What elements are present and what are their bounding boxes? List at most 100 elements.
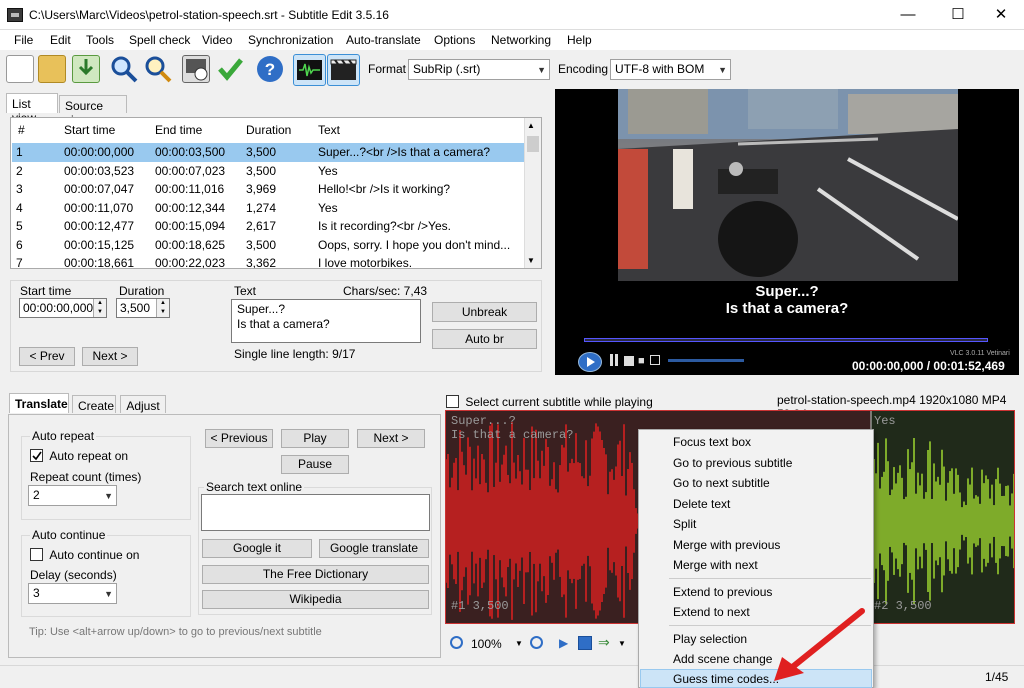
- checkbox-checked-icon[interactable]: [30, 449, 43, 462]
- maximize-button[interactable]: ☐: [935, 0, 981, 30]
- menu-item-merge-previous[interactable]: Merge with previous: [673, 538, 780, 552]
- next-button[interactable]: Next >: [82, 347, 138, 366]
- play-button[interactable]: Play: [281, 429, 349, 448]
- scroll-up-icon[interactable]: ▲: [527, 121, 535, 130]
- menu-auto-translate[interactable]: Auto-translate: [346, 33, 421, 47]
- table-row[interactable]: 3 00:00:07,047 00:00:11,016 3,969 Hello!…: [12, 180, 524, 199]
- menu-item-split[interactable]: Split: [673, 517, 696, 531]
- checkbox-unchecked-icon[interactable]: [446, 395, 459, 408]
- previous-button[interactable]: < Previous: [205, 429, 273, 448]
- google-translate-button[interactable]: Google translate: [319, 539, 429, 558]
- menu-help[interactable]: Help: [567, 33, 592, 47]
- row-start: 00:00:11,070: [64, 201, 134, 215]
- table-row[interactable]: 1 00:00:00,000 00:00:03,500 3,500 Super.…: [12, 143, 524, 162]
- duration-field[interactable]: 3,500 ▲ ▼: [116, 298, 170, 318]
- zoom-value[interactable]: 100%: [471, 637, 502, 651]
- menu-item-extend-next[interactable]: Extend to next: [673, 605, 750, 619]
- select-current-checkbox[interactable]: Select current subtitle while playing: [446, 393, 653, 409]
- play-small-icon[interactable]: ▶: [559, 636, 568, 650]
- repeat-count-select[interactable]: 2 ▼: [28, 485, 117, 506]
- auto-br-button[interactable]: Auto br: [432, 329, 537, 349]
- tab-create[interactable]: Create: [72, 395, 116, 413]
- pause-button[interactable]: Pause: [281, 455, 349, 474]
- visual-sync-icon[interactable]: [182, 55, 210, 83]
- waveform-toggle-icon[interactable]: [293, 54, 326, 86]
- video-toggle-icon[interactable]: [327, 54, 360, 86]
- column-header-duration[interactable]: Duration: [246, 123, 291, 137]
- menu-item-previous-subtitle[interactable]: Go to previous subtitle: [673, 456, 792, 470]
- list-scrollbar[interactable]: ▲ ▼: [524, 118, 541, 268]
- chevron-down-icon[interactable]: ▼: [515, 639, 523, 648]
- menu-item-delete-text[interactable]: Delete text: [673, 497, 730, 511]
- tab-translate[interactable]: Translate: [9, 393, 69, 413]
- menu-file[interactable]: File: [14, 33, 33, 47]
- column-header-number[interactable]: #: [18, 123, 25, 137]
- start-time-field[interactable]: 00:00:00,000 ▲ ▼: [19, 298, 107, 318]
- table-row[interactable]: 7 00:00:18,661 00:00:22,023 3,362 I love…: [12, 254, 524, 268]
- tab-adjust[interactable]: Adjust: [120, 395, 166, 413]
- free-dictionary-button[interactable]: The Free Dictionary: [202, 565, 429, 584]
- fullscreen-icon[interactable]: [650, 355, 660, 365]
- tab-list-view[interactable]: List view: [6, 93, 58, 125]
- wikipedia-button[interactable]: Wikipedia: [202, 590, 429, 609]
- next-sub-button[interactable]: Next >: [357, 429, 425, 448]
- new-file-icon[interactable]: [6, 55, 34, 83]
- prev-button[interactable]: < Prev: [19, 347, 75, 366]
- play-icon[interactable]: [578, 352, 602, 372]
- menu-item-focus-text-box[interactable]: Focus text box: [673, 435, 751, 449]
- subtitle-list[interactable]: # Start time End time Duration Text 1 00…: [10, 117, 542, 269]
- auto-continue-checkbox[interactable]: Auto continue on: [30, 546, 139, 562]
- volume-slider[interactable]: [668, 359, 744, 362]
- arrow-right-icon[interactable]: ⇒: [598, 634, 610, 651]
- google-it-button[interactable]: Google it: [202, 539, 312, 558]
- menu-item-next-subtitle[interactable]: Go to next subtitle: [673, 476, 770, 490]
- scroll-down-icon[interactable]: ▼: [527, 256, 535, 265]
- menu-tools[interactable]: Tools: [86, 33, 114, 47]
- zoom-out-icon[interactable]: [450, 636, 463, 649]
- menu-item-add-scene-change[interactable]: Add scene change: [673, 652, 772, 666]
- table-row[interactable]: 5 00:00:12,477 00:00:15,094 2,617 Is it …: [12, 217, 524, 236]
- open-folder-icon[interactable]: [38, 55, 66, 83]
- table-row[interactable]: 2 00:00:03,523 00:00:07,023 3,500 Yes: [12, 162, 524, 181]
- column-header-end[interactable]: End time: [155, 123, 202, 137]
- delay-select[interactable]: 3 ▼: [28, 583, 117, 604]
- replace-icon[interactable]: [144, 55, 172, 83]
- checkbox-unchecked-icon[interactable]: [30, 548, 43, 561]
- save-download-icon[interactable]: [72, 55, 100, 83]
- pause-icon[interactable]: [610, 354, 618, 366]
- table-row[interactable]: 4 00:00:11,070 00:00:12,344 1,274 Yes: [12, 199, 524, 218]
- video-seek-bar[interactable]: [584, 338, 988, 342]
- tab-source-view[interactable]: Source view: [59, 95, 127, 127]
- encoding-select[interactable]: UTF-8 with BOM ▼: [610, 59, 731, 80]
- table-row[interactable]: 6 00:00:15,125 00:00:18,625 3,500 Oops, …: [12, 236, 524, 255]
- spin-arrows-icon[interactable]: ▲ ▼: [93, 299, 106, 317]
- minimize-button[interactable]: —: [885, 0, 931, 30]
- stop-icon[interactable]: [624, 356, 634, 366]
- unbreak-button[interactable]: Unbreak: [432, 302, 537, 322]
- menu-synchronization[interactable]: Synchronization: [248, 33, 333, 47]
- zoom-in-icon[interactable]: [530, 636, 543, 649]
- menu-video[interactable]: Video: [202, 33, 232, 47]
- spin-arrows-icon[interactable]: ▲ ▼: [156, 299, 169, 317]
- menu-item-extend-previous[interactable]: Extend to previous: [673, 585, 772, 599]
- column-header-start[interactable]: Start time: [64, 123, 115, 137]
- help-icon[interactable]: ?: [256, 55, 284, 83]
- find-icon[interactable]: [110, 55, 138, 83]
- column-header-text[interactable]: Text: [318, 123, 340, 137]
- grid-icon[interactable]: [578, 636, 592, 650]
- volume-icon[interactable]: ■: [638, 355, 645, 367]
- search-text-box[interactable]: [201, 494, 430, 531]
- menu-item-merge-next[interactable]: Merge with next: [673, 558, 758, 572]
- menu-networking[interactable]: Networking: [491, 33, 551, 47]
- menu-edit[interactable]: Edit: [50, 33, 71, 47]
- auto-repeat-checkbox[interactable]: Auto repeat on: [30, 447, 128, 463]
- scroll-thumb[interactable]: [527, 136, 539, 152]
- close-button[interactable]: ✕: [978, 0, 1024, 30]
- subtitle-text-box[interactable]: Super...? Is that a camera?: [231, 299, 421, 343]
- menu-item-play-selection[interactable]: Play selection: [673, 632, 747, 646]
- spell-check-icon[interactable]: [216, 55, 244, 83]
- menu-spell-check[interactable]: Spell check: [129, 33, 190, 47]
- menu-options[interactable]: Options: [434, 33, 475, 47]
- format-select[interactable]: SubRip (.srt) ▼: [408, 59, 550, 80]
- chevron-down-icon[interactable]: ▼: [618, 639, 626, 648]
